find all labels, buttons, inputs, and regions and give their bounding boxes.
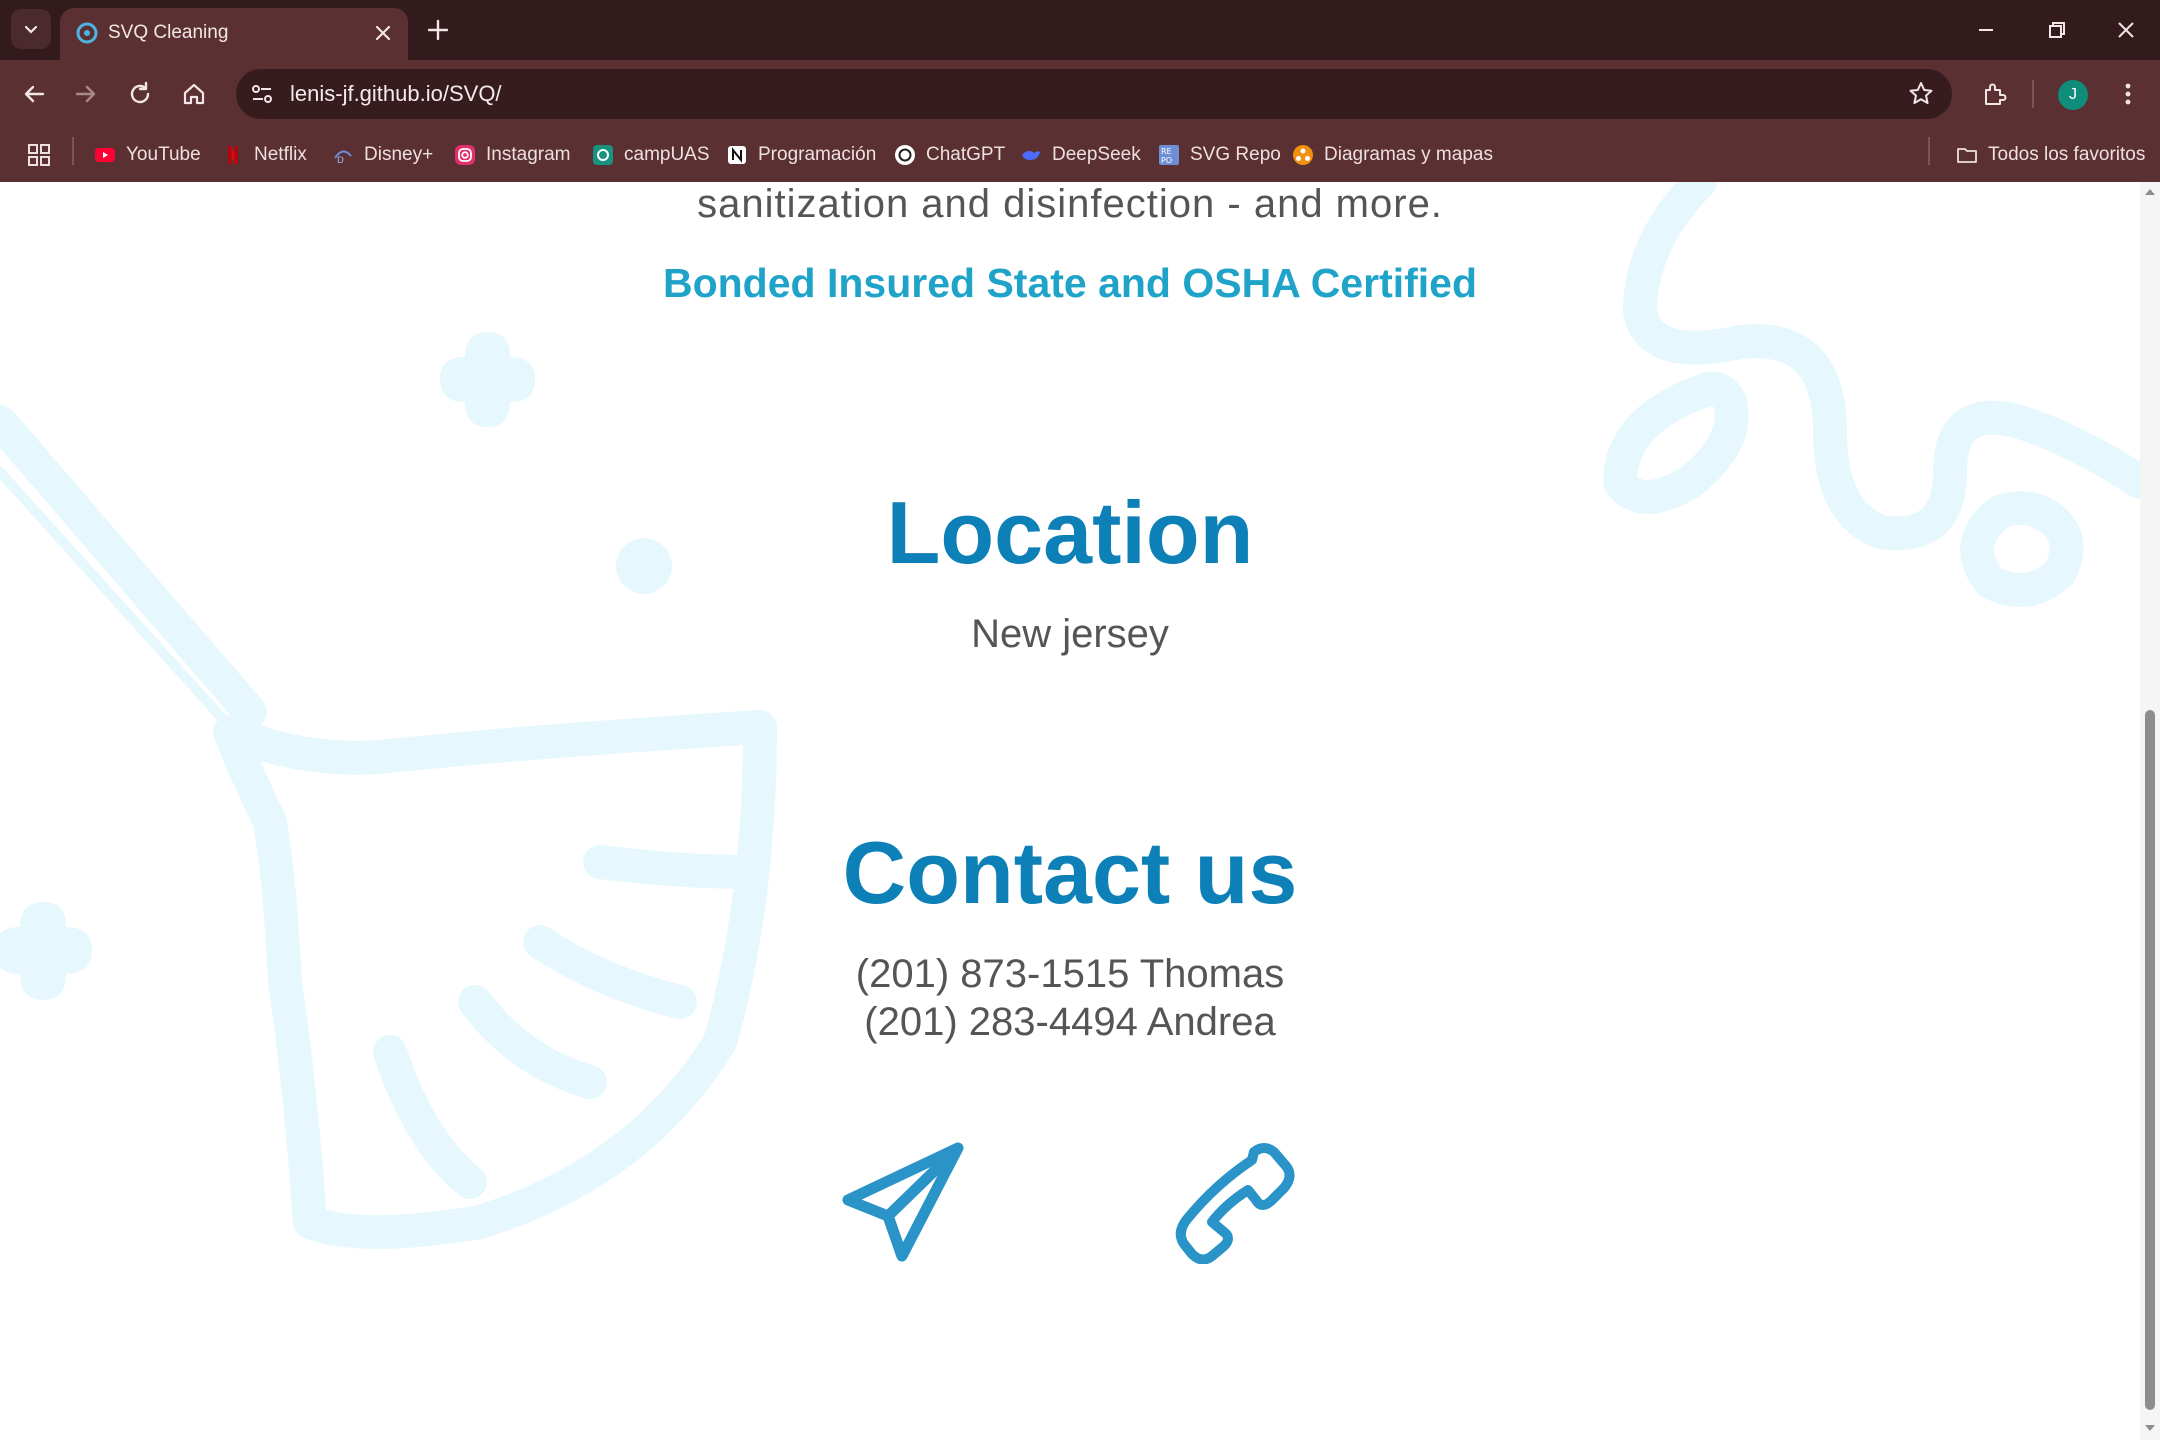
location-heading: Location <box>886 483 1254 582</box>
campuas-icon <box>593 145 613 165</box>
back-arrow-icon[interactable] <box>18 78 50 110</box>
location-text: New jersey <box>971 612 1169 656</box>
all-bookmarks-folder[interactable]: Todos los favoritos <box>1956 140 2145 170</box>
folder-icon <box>1957 148 1977 163</box>
bookmark-label: Netflix <box>254 144 307 165</box>
bookmark-youtube[interactable]: YouTube <box>94 140 201 170</box>
scrollbar-thumb[interactable] <box>2145 710 2155 1410</box>
svg-text:D: D <box>337 156 344 166</box>
notion-icon <box>728 146 746 164</box>
phone-icon[interactable] <box>1172 1138 1298 1264</box>
services-lead-text: sanitization and disinfection - and more… <box>697 182 1443 226</box>
contact-heading: Contact us <box>842 823 1298 922</box>
svgrepo-icon: REPO <box>1159 145 1179 165</box>
apps-grid-icon[interactable] <box>26 142 52 168</box>
bookmark-label: Programación <box>758 144 877 165</box>
close-tab-icon[interactable] <box>372 22 394 44</box>
bookmark-label: Todos los favoritos <box>1988 144 2146 165</box>
youtube-icon <box>95 148 115 162</box>
forward-arrow-icon[interactable] <box>70 78 102 110</box>
background-cleaning-illustration <box>0 182 2140 1249</box>
home-icon[interactable] <box>178 78 210 110</box>
browser-tab[interactable]: SVQ Cleaning <box>60 8 408 60</box>
svg-text:PO: PO <box>1161 156 1172 165</box>
bookmark-label: SVG Repo <box>1190 144 1281 165</box>
toolbar-divider <box>2032 80 2034 108</box>
bookmark-svgrepo[interactable]: RE PO SVG Repo <box>1158 140 1281 170</box>
bookmark-label: campUAS <box>624 144 710 165</box>
tab-strip: SVQ Cleaning <box>0 0 2160 60</box>
bookmark-label: Disney+ <box>364 144 434 165</box>
svg-text:RE: RE <box>1161 147 1172 156</box>
bookmark-programacion[interactable]: Programación <box>726 140 876 170</box>
bookmark-netflix[interactable]: Netflix <box>222 140 307 170</box>
menu-kebab-icon[interactable] <box>2112 78 2144 110</box>
scroll-down-arrow-icon[interactable] <box>2144 1422 2156 1434</box>
bookmark-label: Instagram <box>486 144 571 165</box>
bookmark-label: YouTube <box>126 144 201 165</box>
page-scrollbar[interactable] <box>2140 182 2160 1440</box>
chatgpt-icon <box>895 145 915 165</box>
url-text: lenis-jf.github.io/SVQ/ <box>290 81 502 106</box>
paper-plane-icon[interactable] <box>840 1138 966 1264</box>
bookmark-campuas[interactable]: campUAS <box>592 140 710 170</box>
bookmark-label: DeepSeek <box>1052 144 1141 165</box>
bookmark-star-icon[interactable] <box>1906 79 1936 109</box>
page-viewport: sanitization and disinfection - and more… <box>0 182 2140 1440</box>
scroll-up-arrow-icon[interactable] <box>2144 186 2156 198</box>
site-favicon-icon <box>76 22 98 44</box>
new-tab-icon[interactable] <box>424 16 452 44</box>
bookmark-instagram[interactable]: Instagram <box>454 140 570 170</box>
bookmark-label: ChatGPT <box>926 144 1006 165</box>
bookmarks-bar: YouTube Netflix D Disney+ Instagram camp… <box>0 128 2160 182</box>
netflix-icon <box>228 146 238 164</box>
phone-number-thomas: (201) 873-1515 Thomas <box>855 952 1285 996</box>
bookmark-label: Diagramas y mapas <box>1324 144 1493 165</box>
close-window-icon[interactable] <box>2112 16 2140 44</box>
certification-text: Bonded Insured State and OSHA Certified <box>662 260 1477 306</box>
site-info-icon[interactable] <box>246 78 278 110</box>
disney-icon: D <box>334 150 352 166</box>
restore-icon[interactable] <box>2042 16 2070 44</box>
chevron-down-icon <box>24 25 38 34</box>
bookmark-deepseek[interactable]: DeepSeek <box>1020 140 1141 170</box>
phone-number-andrea: (201) 283-4494 Andrea <box>864 1000 1276 1044</box>
bookmark-chatgpt[interactable]: ChatGPT <box>894 140 1005 170</box>
tab-title: SVQ Cleaning <box>108 22 229 43</box>
bookmarks-divider <box>72 137 74 165</box>
address-bar[interactable]: lenis-jf.github.io/SVQ/ <box>236 69 1952 119</box>
reload-icon[interactable] <box>124 78 156 110</box>
tab-search-button[interactable] <box>11 9 51 49</box>
deepseek-icon <box>1022 150 1040 160</box>
browser-toolbar: lenis-jf.github.io/SVQ/ J <box>0 60 2160 128</box>
diagrams-icon <box>1293 145 1313 165</box>
bookmarks-divider <box>1928 137 1930 165</box>
instagram-icon <box>455 145 475 165</box>
extensions-icon[interactable] <box>1978 78 2010 110</box>
minimize-icon[interactable] <box>1972 16 2000 44</box>
bookmark-disney[interactable]: D Disney+ <box>332 140 433 170</box>
bookmark-diagramas[interactable]: Diagramas y mapas <box>1292 140 1493 170</box>
profile-avatar[interactable]: J <box>2058 80 2088 110</box>
